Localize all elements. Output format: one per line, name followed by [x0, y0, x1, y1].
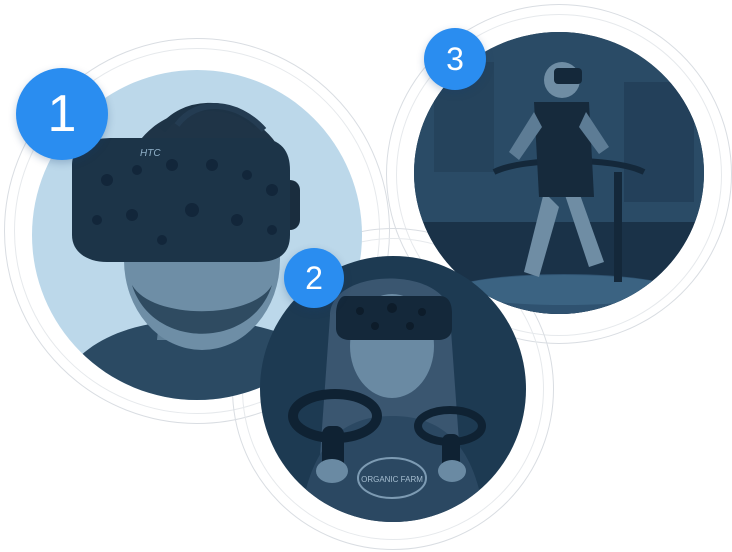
svg-text:HTC: HTC: [140, 148, 161, 159]
step-badge-2: 2: [284, 248, 344, 308]
step-badge-3: 3: [424, 28, 486, 90]
svg-text:ORGANIC FARM: ORGANIC FARM: [361, 475, 423, 484]
step-badge-1: 1: [16, 68, 108, 160]
vr-steps-illustration: HTC ORGANIC FARM 1 2 3: [0, 0, 732, 552]
